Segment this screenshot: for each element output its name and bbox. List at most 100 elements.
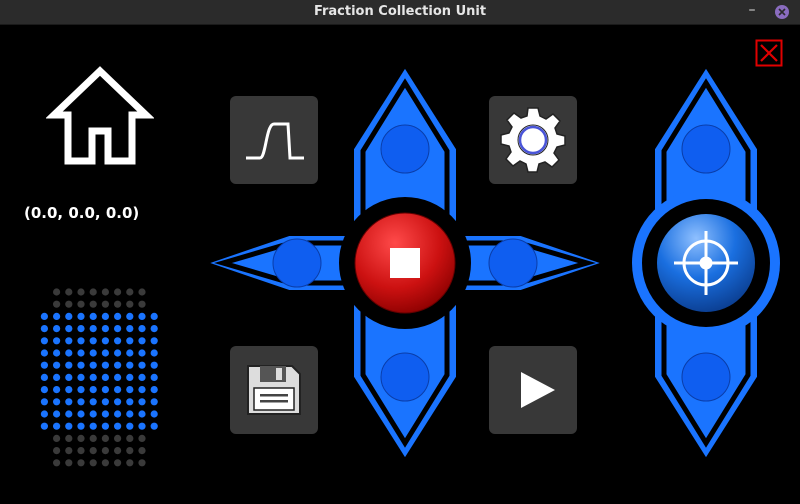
well-dot[interactable] bbox=[89, 447, 97, 455]
well-dot[interactable] bbox=[114, 459, 122, 467]
well-dot[interactable] bbox=[89, 386, 97, 394]
well-dot[interactable] bbox=[53, 398, 61, 406]
well-dot[interactable] bbox=[53, 361, 61, 369]
well-dot[interactable] bbox=[65, 300, 73, 308]
well-dot[interactable] bbox=[114, 361, 122, 369]
well-dot[interactable] bbox=[53, 373, 61, 381]
well-dot[interactable] bbox=[65, 447, 73, 455]
well-dot[interactable] bbox=[77, 288, 85, 296]
well-dot[interactable] bbox=[40, 325, 48, 333]
minimize-button[interactable]: – bbox=[746, 3, 758, 19]
well-dot[interactable] bbox=[40, 312, 48, 320]
well-dot[interactable] bbox=[77, 398, 85, 406]
well-dot[interactable] bbox=[101, 434, 109, 442]
well-dot[interactable] bbox=[65, 410, 73, 418]
well-dot[interactable] bbox=[101, 337, 109, 345]
well-dot[interactable] bbox=[114, 386, 122, 394]
well-dot[interactable] bbox=[89, 288, 97, 296]
well-dot[interactable] bbox=[126, 288, 134, 296]
well-dot[interactable] bbox=[53, 288, 61, 296]
well-dot[interactable] bbox=[65, 434, 73, 442]
well-dot[interactable] bbox=[101, 386, 109, 394]
well-dot[interactable] bbox=[114, 325, 122, 333]
well-dot[interactable] bbox=[89, 325, 97, 333]
well-dot[interactable] bbox=[40, 337, 48, 345]
well-dot[interactable] bbox=[53, 325, 61, 333]
well-dot[interactable] bbox=[53, 300, 61, 308]
well-dot[interactable] bbox=[150, 361, 158, 369]
well-dot[interactable] bbox=[126, 325, 134, 333]
well-dot[interactable] bbox=[53, 349, 61, 357]
well-dot[interactable] bbox=[89, 373, 97, 381]
well-dot[interactable] bbox=[126, 300, 134, 308]
move-right-button[interactable] bbox=[488, 238, 538, 288]
well-dot[interactable] bbox=[150, 373, 158, 381]
well-dot[interactable] bbox=[150, 386, 158, 394]
well-dot[interactable] bbox=[126, 337, 134, 345]
well-dot[interactable] bbox=[77, 386, 85, 394]
well-dot[interactable] bbox=[150, 349, 158, 357]
well-dot[interactable] bbox=[40, 410, 48, 418]
well-dot[interactable] bbox=[114, 398, 122, 406]
well-dot[interactable] bbox=[138, 386, 146, 394]
well-dot[interactable] bbox=[126, 312, 134, 320]
well-dot[interactable] bbox=[65, 288, 73, 296]
well-dot[interactable] bbox=[150, 312, 158, 320]
close-button[interactable] bbox=[755, 39, 783, 67]
well-dot[interactable] bbox=[53, 447, 61, 455]
well-dot[interactable] bbox=[101, 398, 109, 406]
well-dot[interactable] bbox=[101, 373, 109, 381]
well-dot[interactable] bbox=[138, 410, 146, 418]
well-dot[interactable] bbox=[126, 349, 134, 357]
well-dot[interactable] bbox=[138, 300, 146, 308]
well-dot[interactable] bbox=[77, 373, 85, 381]
well-dot[interactable] bbox=[126, 386, 134, 394]
well-dot[interactable] bbox=[114, 300, 122, 308]
well-dot[interactable] bbox=[101, 422, 109, 430]
well-dot[interactable] bbox=[101, 410, 109, 418]
move-down-button[interactable] bbox=[380, 352, 430, 402]
window-close-button[interactable] bbox=[775, 5, 789, 19]
well-dot[interactable] bbox=[65, 386, 73, 394]
well-dot[interactable] bbox=[138, 459, 146, 467]
target-button[interactable] bbox=[657, 214, 755, 312]
well-dot[interactable] bbox=[101, 447, 109, 455]
well-dot[interactable] bbox=[40, 386, 48, 394]
well-dot[interactable] bbox=[101, 349, 109, 357]
well-dot[interactable] bbox=[65, 325, 73, 333]
well-dot[interactable] bbox=[126, 434, 134, 442]
well-dot[interactable] bbox=[138, 361, 146, 369]
well-dot[interactable] bbox=[126, 410, 134, 418]
well-dot[interactable] bbox=[101, 288, 109, 296]
well-dot[interactable] bbox=[138, 373, 146, 381]
well-dot[interactable] bbox=[65, 349, 73, 357]
well-dot[interactable] bbox=[101, 361, 109, 369]
well-dot[interactable] bbox=[138, 349, 146, 357]
well-dot[interactable] bbox=[53, 459, 61, 467]
well-dot[interactable] bbox=[77, 447, 85, 455]
well-dot[interactable] bbox=[40, 398, 48, 406]
well-dot[interactable] bbox=[65, 337, 73, 345]
well-dot[interactable] bbox=[40, 373, 48, 381]
well-dot[interactable] bbox=[101, 300, 109, 308]
well-dot[interactable] bbox=[138, 398, 146, 406]
well-dot[interactable] bbox=[114, 288, 122, 296]
well-dot[interactable] bbox=[101, 312, 109, 320]
well-dot[interactable] bbox=[77, 422, 85, 430]
z-down-button[interactable] bbox=[681, 352, 731, 402]
well-dot[interactable] bbox=[89, 312, 97, 320]
well-dot[interactable] bbox=[126, 459, 134, 467]
well-dot[interactable] bbox=[114, 447, 122, 455]
well-dot[interactable] bbox=[40, 361, 48, 369]
stop-button[interactable] bbox=[354, 212, 456, 314]
well-dot[interactable] bbox=[114, 349, 122, 357]
well-dot[interactable] bbox=[40, 349, 48, 357]
move-up-button[interactable] bbox=[380, 124, 430, 174]
well-dot[interactable] bbox=[150, 410, 158, 418]
well-dot[interactable] bbox=[65, 361, 73, 369]
well-dot[interactable] bbox=[89, 434, 97, 442]
well-dot[interactable] bbox=[53, 337, 61, 345]
well-dot[interactable] bbox=[89, 337, 97, 345]
well-dot[interactable] bbox=[126, 447, 134, 455]
well-dot[interactable] bbox=[126, 398, 134, 406]
